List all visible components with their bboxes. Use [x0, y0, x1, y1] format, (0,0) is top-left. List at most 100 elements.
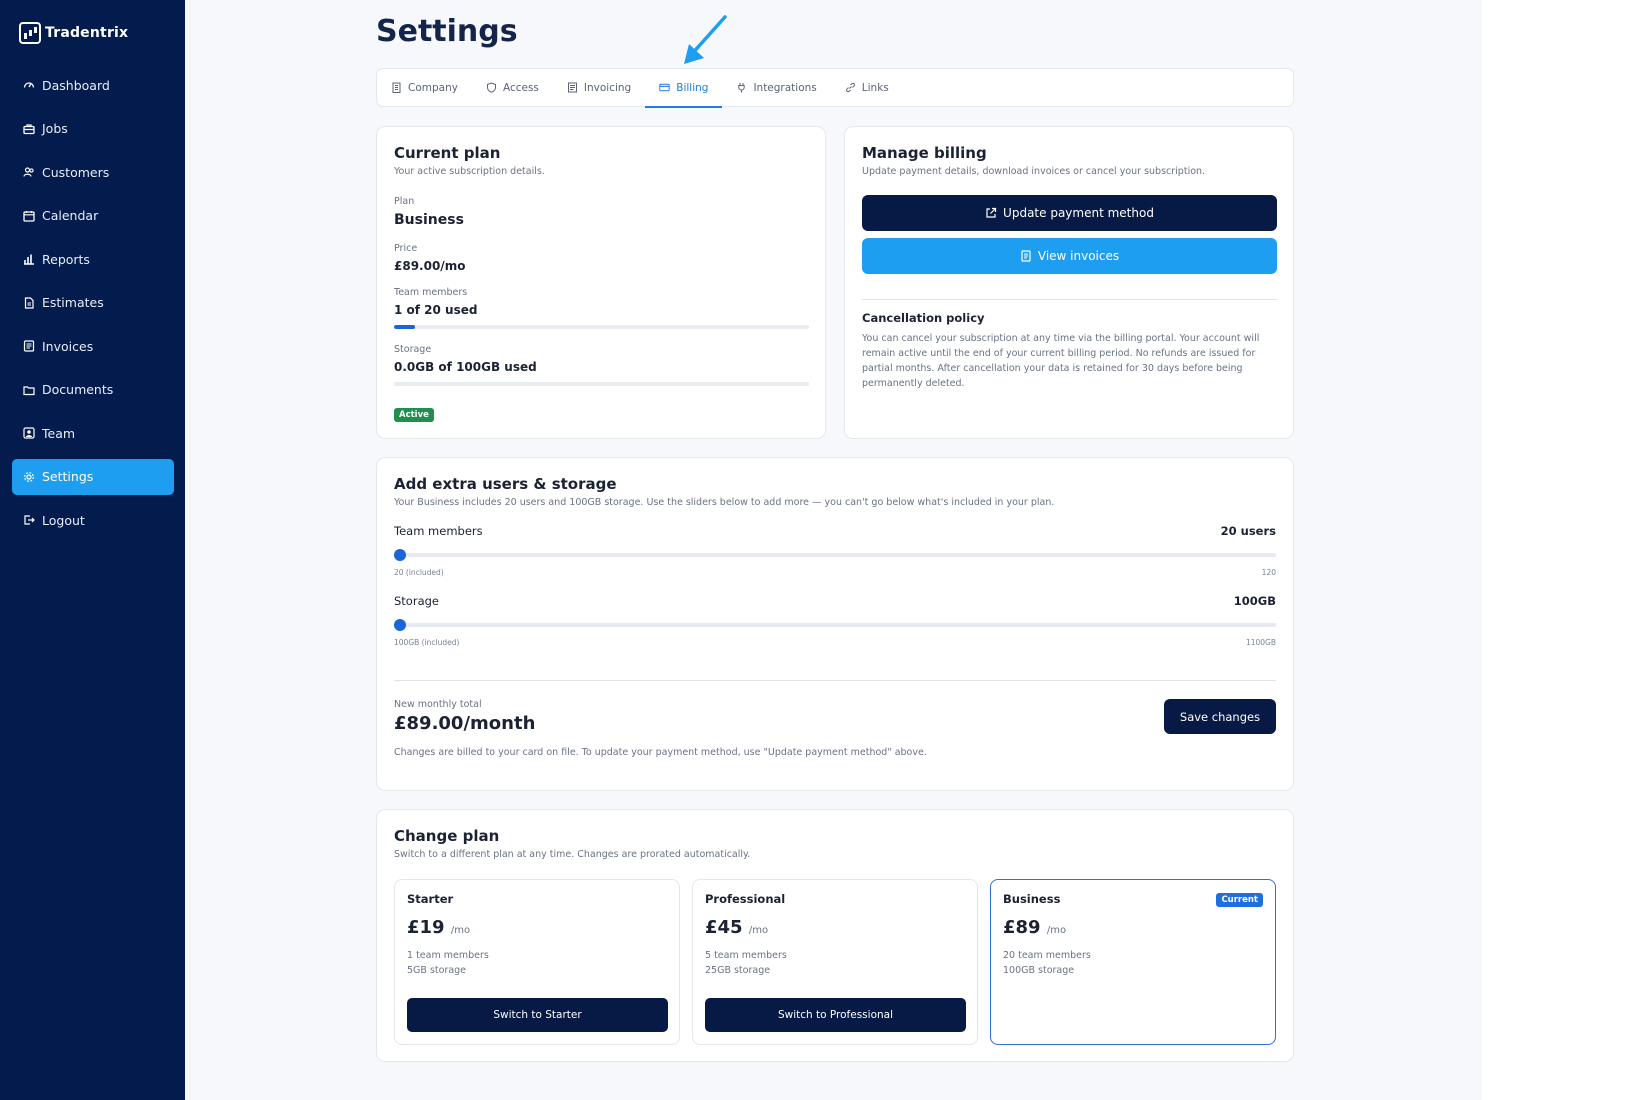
card-subtitle: Update payment details, download invoice… [862, 166, 1206, 177]
plan-name: Starter [407, 892, 454, 906]
gauge-icon [23, 79, 35, 91]
card-title: Add extra users & storage [394, 475, 617, 493]
sidebar-item-label: Documents [42, 382, 114, 397]
save-changes-button[interactable]: Save changes [1164, 699, 1276, 734]
slider-label: Team members [394, 524, 483, 538]
plan-options: Starter £19 /mo 1 team members 5GB stora… [394, 879, 1276, 1045]
cancellation-policy-title: Cancellation policy [862, 311, 985, 325]
tab-access[interactable]: Access [484, 68, 541, 107]
button-label: Update payment method [1003, 206, 1154, 220]
tab-label: Company [408, 81, 458, 94]
plan-storage: 5GB storage [407, 965, 467, 976]
plan-price: £45 /mo [705, 917, 965, 938]
team-members-progress-fill [394, 325, 415, 329]
sidebar-item-dashboard[interactable]: Dashboard [12, 67, 174, 103]
update-payment-method-button[interactable]: Update payment method [862, 195, 1277, 231]
sidebar-item-jobs[interactable]: Jobs [12, 111, 174, 147]
divider [394, 680, 1276, 681]
team-members-slider[interactable] [394, 549, 1276, 561]
sidebar-item-label: Calendar [42, 208, 99, 223]
tab-billing[interactable]: Billing [645, 68, 723, 108]
briefcase-icon [23, 123, 35, 135]
sidebar-item-invoices[interactable]: Invoices [12, 328, 174, 364]
plan-members: 5 team members [705, 950, 787, 961]
status-badge: Active [394, 408, 434, 422]
tab-links[interactable]: Links [843, 68, 891, 107]
plan-price-period: /mo [1046, 925, 1067, 936]
sidebar-item-settings[interactable]: Settings [12, 458, 174, 495]
team-members-progress [394, 325, 809, 329]
tab-company[interactable]: Company [389, 68, 460, 107]
document-icon [567, 82, 578, 93]
sidebar-item-label: Reports [42, 251, 90, 267]
slider-thumb[interactable] [394, 619, 406, 631]
shield-icon [486, 82, 497, 93]
brand-name: Tradentrix [45, 25, 129, 41]
building-icon [391, 82, 402, 93]
manage-billing-card: Manage billing Update payment details, d… [844, 126, 1294, 439]
billing-note: Changes are billed to your card on file.… [394, 747, 927, 758]
sidebar-item-label: Logout [42, 512, 85, 528]
storage-value: 0.0GB of 100GB used [394, 360, 537, 374]
sidebar-item-label: Jobs [42, 121, 68, 136]
external-link-icon [985, 207, 997, 219]
logout-icon [23, 514, 35, 526]
view-invoices-button[interactable]: View invoices [862, 238, 1277, 274]
card-subtitle: Your active subscription details. [394, 166, 545, 177]
slider-min-label: 100GB (included) [394, 638, 460, 647]
plan-price: £19 /mo [407, 917, 667, 938]
slider-min-label: 20 (included) [394, 568, 444, 577]
monthly-total: New monthly total £89.00/month [394, 699, 535, 734]
slider-label: Storage [394, 594, 439, 608]
sidebar-item-customers[interactable]: Customers [12, 154, 174, 190]
plan-tile-business: Business Current £89 /mo 20 team members… [990, 879, 1276, 1045]
receipt-icon [23, 340, 35, 352]
storage-slider[interactable] [394, 619, 1276, 631]
file-icon [23, 296, 35, 309]
price-value: £89.00/mo [394, 259, 466, 273]
sidebar-item-reports[interactable]: Reports [12, 241, 174, 277]
price-label: Price [394, 243, 418, 254]
current-plan-badge: Current [1216, 893, 1263, 907]
settings-tabs: Company Access Invoicing Billing Integra… [376, 68, 1294, 108]
sidebar-item-label: Settings [42, 469, 94, 484]
plan-price-amount: £89 [1003, 917, 1041, 938]
gear-icon [23, 471, 35, 483]
sidebar-item-label: Estimates [42, 295, 104, 310]
sidebar-item-estimates[interactable]: Estimates [12, 285, 174, 321]
sidebar-item-documents[interactable]: Documents [12, 372, 174, 408]
sidebar-item-label: Invoices [42, 338, 94, 354]
calendar-icon [23, 210, 35, 222]
plan-tile-starter: Starter £19 /mo 1 team members 5GB stora… [394, 879, 680, 1045]
sidebar-nav: Dashboard Jobs Customers Calendar Report… [12, 67, 174, 546]
storage-progress [394, 382, 809, 386]
bar-chart-icon [23, 253, 35, 265]
current-plan-card: Current plan Your active subscription de… [376, 126, 826, 439]
plan-price-period: /mo [450, 925, 471, 936]
switch-to-professional-button[interactable]: Switch to Professional [705, 998, 966, 1032]
plan-price-period: /mo [748, 925, 769, 936]
tab-invoicing[interactable]: Invoicing [565, 68, 633, 107]
extra-users-storage-card: Add extra users & storage Your Business … [376, 457, 1294, 791]
sidebar-item-logout[interactable]: Logout [12, 502, 174, 538]
slider-value: 100GB [1233, 594, 1276, 608]
folder-icon [23, 384, 35, 396]
slider-thumb[interactable] [394, 549, 406, 561]
storage-label: Storage [394, 344, 432, 355]
plan-storage: 100GB storage [1003, 965, 1075, 976]
total-row: New monthly total £89.00/month Save chan… [394, 699, 1276, 734]
tab-label: Invoicing [583, 81, 632, 94]
tab-integrations[interactable]: Integrations [734, 68, 818, 107]
sidebar-item-team[interactable]: Team [12, 415, 174, 451]
sidebar-item-label: Dashboard [42, 77, 110, 93]
switch-to-starter-button[interactable]: Switch to Starter [407, 998, 668, 1032]
credit-card-icon [659, 82, 670, 93]
card-subtitle: Switch to a different plan at any time. … [394, 849, 751, 860]
total-label: New monthly total [394, 699, 482, 710]
sidebar: Tradentrix Dashboard Jobs Customers Cale… [0, 0, 185, 1100]
plug-icon [736, 82, 747, 93]
brand[interactable]: Tradentrix [19, 22, 128, 44]
sidebar-item-calendar[interactable]: Calendar [12, 198, 174, 234]
card-title: Manage billing [862, 144, 987, 162]
sidebar-item-label: Customers [42, 164, 110, 180]
